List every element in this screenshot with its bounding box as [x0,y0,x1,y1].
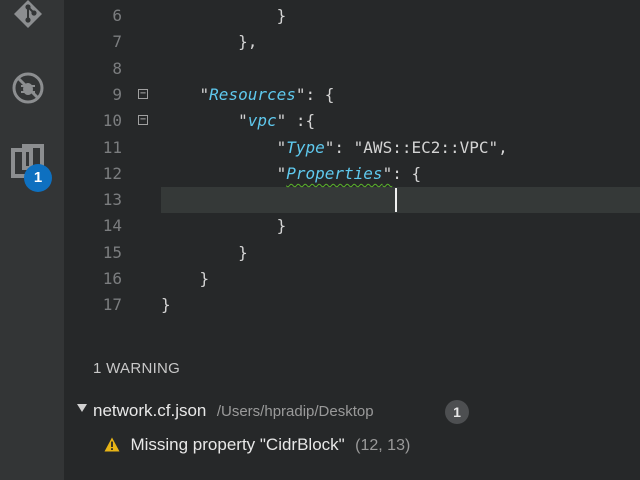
json-key-token: Type [286,137,325,157]
code-line[interactable]: 7 }, [64,29,640,55]
code-token: : { [392,163,422,183]
code-text: } [161,266,210,292]
code-token: " [276,137,287,157]
code-line[interactable]: 12 "Properties": { [64,161,640,187]
chevron-down-icon[interactable] [77,404,87,412]
code-text: } [161,292,171,318]
extensions-badge: 1 [24,164,52,192]
code-token: " [238,111,248,131]
warning-position: (12, 13) [355,437,411,454]
code-line[interactable]: 9 − "Resources": { [64,82,640,108]
line-number: 10 [102,111,122,131]
line-number: 6 [112,6,122,25]
code-text: } [161,3,287,29]
code-text: } [161,240,248,266]
code-token: ": { [295,84,335,104]
line-number: 17 [102,295,122,315]
json-key-token: Properties [286,163,383,183]
code-line[interactable]: 16 } [64,266,640,292]
line-number: 16 [102,269,122,288]
problem-file-row[interactable]: network.cf.json /Users/hpradip/Desktop [93,400,374,422]
problems-title: 1 WARNING [93,360,181,377]
code-token: } [161,269,210,288]
code-line[interactable]: 15 } [64,240,640,266]
code-line[interactable]: 11 "Type": "AWS::EC2::VPC", [64,135,640,161]
code-text: }, [161,29,257,55]
code-line[interactable]: 6 } [64,3,640,29]
warning-row[interactable]: Missing property "CidrBlock" (12, 13) [104,434,410,456]
code-token: " [382,163,393,183]
code-text: "vpc" :{ [161,108,315,134]
fold-toggle-icon[interactable]: − [138,88,148,99]
debug-icon[interactable] [10,70,46,106]
warning-icon [104,437,120,452]
code-line[interactable]: 13 [64,187,640,213]
line-number: 14 [102,216,122,236]
code-token: } [161,295,171,315]
code-token: " [276,163,287,183]
code-text: "Resources": { [161,82,335,108]
file-path: /Users/hpradip/Desktop [216,403,374,420]
code-token: } [161,216,287,236]
line-number: 9 [112,84,122,104]
line-number: 11 [102,137,122,157]
problems-panel: 1 WARNING network.cf.json /Users/hpradip… [64,342,640,480]
code-token: } [161,6,287,25]
code-token: } [161,242,248,262]
code-token: " :{ [276,111,316,131]
file-name: network.cf.json [93,401,207,420]
code-token: }, [161,32,258,52]
code-text: } [161,213,287,239]
line-number: 8 [112,58,122,78]
json-key-token: vpc [247,111,277,131]
code-line[interactable]: 14 } [64,213,640,239]
line-number: 12 [102,163,122,183]
code-line[interactable]: 17} [64,292,640,318]
json-key-token: Resources [209,84,296,104]
warning-message: Missing property "CidrBlock" [130,435,345,454]
code-line[interactable]: 10 − "vpc" :{ [64,108,640,134]
code-text: "Type": "AWS::EC2::VPC", [161,135,508,161]
code-token: ": "AWS::EC2::VPC", [324,137,508,157]
text-cursor [395,188,397,212]
activity-bar: 1 [0,0,64,480]
code-token: " [199,84,210,104]
git-icon[interactable] [10,0,46,32]
line-number: 7 [112,32,122,52]
code-text: "Properties": { [161,161,422,187]
line-number: 15 [102,242,122,262]
code-editor[interactable]: 6 } 7 }, 8 9− "Resources": {10− "vpc" :{11 … [64,0,640,342]
problem-count-badge: 1 [445,400,469,424]
fold-toggle-icon[interactable]: − [138,115,148,126]
line-number: 13 [102,190,122,210]
code-line[interactable]: 8 [64,56,640,82]
